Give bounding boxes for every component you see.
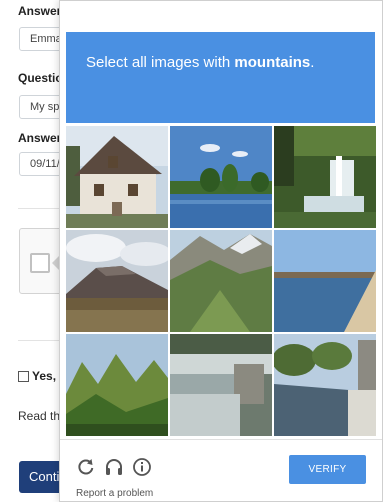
captcha-checkbox[interactable] xyxy=(30,253,50,273)
house-photo-icon xyxy=(66,126,168,228)
question-label: Questio xyxy=(18,71,63,85)
image-tile-mountain[interactable] xyxy=(66,230,168,332)
headphones-icon xyxy=(106,459,122,475)
captcha-challenge-popup: Select all images with mountains. Report… xyxy=(59,0,383,502)
report-problem-link[interactable]: Report a problem xyxy=(76,488,153,499)
waterfall-photo-icon xyxy=(274,126,376,228)
image-tile-lake-trees[interactable] xyxy=(170,126,272,228)
image-tile-waterfall[interactable] xyxy=(274,126,376,228)
image-tile-mountain-hills[interactable] xyxy=(66,334,168,436)
info-button[interactable] xyxy=(132,457,152,477)
refresh-icon xyxy=(78,459,94,475)
audio-challenge-button[interactable] xyxy=(104,457,124,477)
challenge-prompt: Select all images with mountains. xyxy=(86,54,315,71)
challenge-keyword: mountains xyxy=(234,54,311,71)
image-tile-mountain-valley[interactable] xyxy=(170,230,272,332)
lake-trees-photo-icon xyxy=(170,126,272,228)
lake-shore-photo-icon xyxy=(274,230,376,332)
image-tile-weir-water[interactable] xyxy=(170,334,272,436)
canal-photo-icon xyxy=(274,334,376,436)
image-tile-canal[interactable] xyxy=(274,334,376,436)
read-text: Read th xyxy=(18,409,61,423)
mountain-hills-photo-icon xyxy=(66,334,168,436)
image-tile-lake-shore[interactable] xyxy=(274,230,376,332)
image-tile-house[interactable] xyxy=(66,126,168,228)
consent-checkbox[interactable] xyxy=(18,371,29,382)
weir-water-photo-icon xyxy=(170,334,272,436)
footer-divider xyxy=(60,439,382,440)
mountain-valley-photo-icon xyxy=(170,230,272,332)
info-icon xyxy=(133,458,151,476)
answer-label-2: Answer xyxy=(18,131,62,145)
challenge-header: Select all images with mountains. xyxy=(66,32,375,123)
consent-row[interactable]: Yes, I xyxy=(18,369,63,383)
mountain-photo-icon xyxy=(66,230,168,332)
verify-button[interactable]: VERIFY xyxy=(289,455,366,484)
refresh-button[interactable] xyxy=(76,457,96,477)
answer-label: Answer xyxy=(18,4,62,18)
